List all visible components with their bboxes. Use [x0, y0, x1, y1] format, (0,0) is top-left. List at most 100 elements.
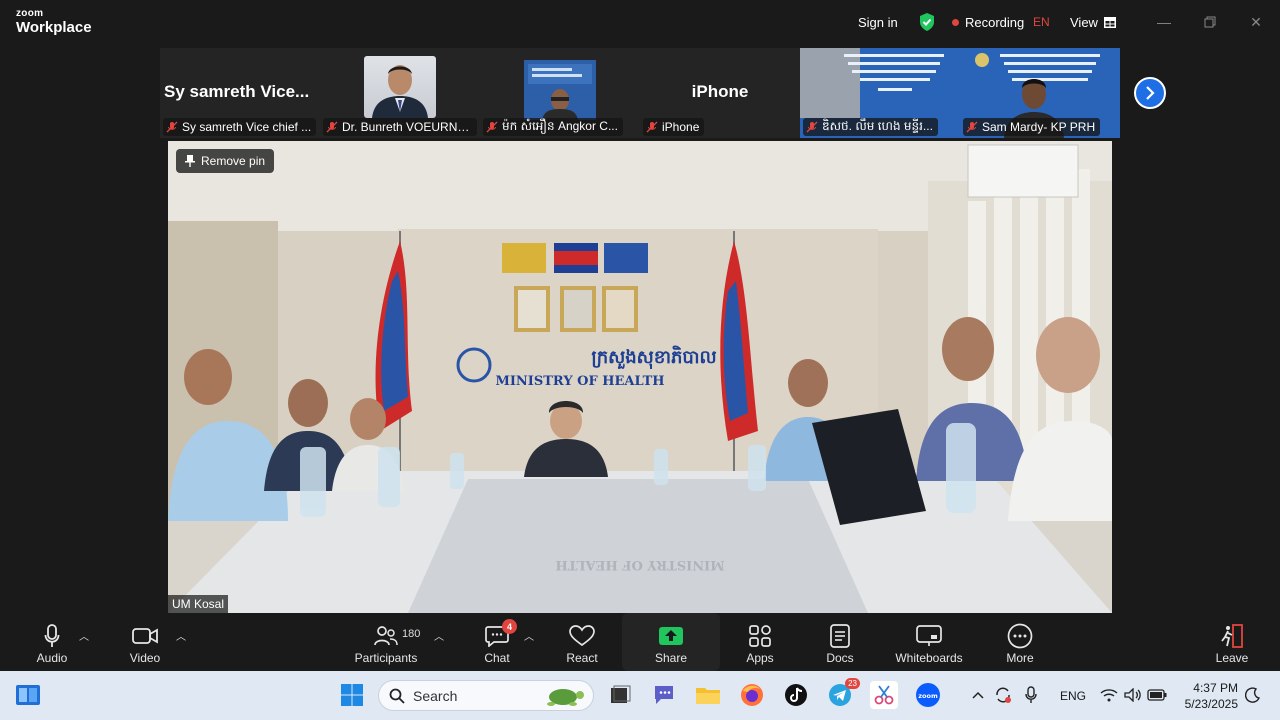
participants-button[interactable]: 180 Participants — [350, 613, 422, 671]
chevron-right-icon — [1146, 86, 1155, 100]
snipping-tool-icon[interactable] — [870, 681, 898, 709]
video-label: Video — [129, 651, 161, 665]
video-strip: Sy samreth Vice... Sy samreth Vice chief… — [160, 48, 1120, 138]
teams-chat-icon[interactable] — [650, 681, 678, 709]
participant-tile[interactable]: Sy samreth Vice... Sy samreth Vice chief… — [160, 48, 320, 138]
clock-time: 4:37 PM — [1193, 681, 1238, 695]
title-bar: zoom Workplace Sign in Recording EN View… — [0, 0, 1280, 44]
chat-button[interactable]: 4 Chat — [478, 613, 517, 671]
widgets-icon[interactable] — [14, 681, 42, 709]
react-button[interactable]: React — [562, 613, 602, 671]
video-camera-icon — [132, 628, 158, 644]
task-view-icon[interactable] — [606, 681, 634, 709]
volume-icon[interactable] — [1122, 681, 1144, 709]
docs-button[interactable]: Docs — [820, 613, 860, 671]
zoom-logo: zoom Workplace — [16, 9, 92, 36]
apps-button[interactable]: Apps — [740, 613, 780, 671]
shield-check-icon[interactable] — [918, 12, 936, 32]
view-label: View — [1070, 14, 1098, 30]
wall-khmer-text: ក្រសួងសុខាភិបាល — [591, 345, 716, 370]
battery-icon[interactable] — [1146, 681, 1168, 709]
participants-icon — [374, 626, 398, 646]
participant-name: Sam Mardy- KP PRH — [982, 120, 1096, 134]
sync-icon[interactable] — [992, 681, 1014, 709]
show-hidden-icons-chevron-icon[interactable] — [968, 681, 988, 709]
participant-photo — [364, 56, 436, 118]
participant-name: iPhone — [662, 120, 700, 134]
participant-name: ម៉ក សំអឿន Angkor C... — [502, 119, 618, 133]
language-indicator[interactable]: EN — [1033, 12, 1050, 32]
leave-meeting-button[interactable]: Leave — [1212, 613, 1252, 671]
active-speaker-name: UM Kosal — [168, 595, 229, 613]
video-button[interactable]: Video — [122, 613, 168, 671]
participant-name: ឌិសថ. លឹម ហេង មន្ទីរ... — [822, 119, 933, 133]
chat-unread-badge: 4 — [502, 619, 517, 634]
participant-tile[interactable]: ឌិសថ. លឹម ហេង មន្ទីរ... — [800, 48, 960, 138]
mic-muted-icon — [966, 121, 978, 133]
apps-icon — [749, 625, 771, 647]
recording-indicator[interactable]: Recording — [952, 12, 1024, 32]
share-screen-icon — [659, 627, 683, 645]
remove-pin-button[interactable]: Remove pin — [176, 149, 275, 173]
zoom-app-icon[interactable]: zoom — [914, 681, 942, 709]
microphone-tray-icon[interactable] — [1020, 681, 1042, 709]
input-language-indicator[interactable]: ENG — [1060, 689, 1086, 703]
system-clock[interactable]: 4:37 PM 5/23/2025 — [1178, 680, 1238, 712]
apps-label: Apps — [746, 651, 774, 665]
wifi-icon[interactable] — [1098, 681, 1120, 709]
leave-door-icon — [1221, 624, 1243, 648]
participants-label: Participants — [354, 651, 418, 665]
close-icon[interactable]: ✕ — [1246, 12, 1266, 32]
search-icon — [389, 688, 405, 704]
participant-name-tag: Sy samreth Vice chief ... — [163, 118, 317, 136]
heart-icon — [569, 625, 595, 647]
share-screen-button[interactable]: Share — [622, 613, 720, 671]
file-explorer-icon[interactable] — [694, 681, 722, 709]
windows-start-icon[interactable] — [338, 681, 366, 709]
participant-tile[interactable]: Sam Mardy- KP PRH — [960, 48, 1120, 138]
participant-name-tag: Sam Mardy- KP PRH — [963, 118, 1101, 136]
recording-label: Recording — [965, 14, 1025, 30]
participant-tile[interactable]: ម៉ក សំអឿន Angkor C... — [480, 48, 640, 138]
participant-name: Dr. Bunreth VOEURNG... — [342, 120, 472, 134]
participant-tile[interactable]: Dr. Bunreth VOEURNG... — [320, 48, 480, 138]
participants-options-chevron-icon[interactable]: ︿ — [434, 628, 444, 643]
wall-english-text: MINISTRY OF HEALTH — [495, 374, 664, 389]
telegram-unread-badge: 23 — [845, 678, 860, 689]
participant-display-name: iPhone — [691, 82, 749, 101]
participant-name-tag: ម៉ក សំអឿន Angkor C... — [483, 118, 623, 136]
chat-options-chevron-icon[interactable]: ︿ — [524, 628, 534, 643]
mic-muted-icon — [326, 121, 338, 133]
audio-button[interactable]: Audio — [30, 613, 74, 671]
participant-display-name: Sy samreth Vice... — [164, 82, 310, 101]
react-label: React — [566, 651, 598, 665]
recording-dot-icon — [952, 18, 959, 26]
more-button[interactable]: More — [1000, 613, 1040, 671]
taskbar-search-box[interactable]: Search — [378, 680, 594, 711]
do-not-disturb-moon-icon[interactable] — [1242, 681, 1264, 709]
minimize-icon[interactable]: — — [1154, 12, 1174, 32]
table-reflection: MINISTRY OF HEALTH — [555, 557, 724, 572]
remove-pin-label: Remove pin — [201, 154, 266, 168]
audio-options-chevron-icon[interactable]: ︿ — [79, 628, 89, 643]
video-options-chevron-icon[interactable]: ︿ — [176, 628, 186, 643]
audio-label: Audio — [36, 651, 68, 665]
restore-icon[interactable] — [1200, 12, 1220, 32]
whiteboards-button[interactable]: Whiteboards — [888, 613, 970, 671]
whiteboards-label: Whiteboards — [895, 651, 963, 665]
microphone-icon — [44, 624, 60, 647]
view-button[interactable]: View — [1070, 12, 1116, 32]
telegram-icon[interactable]: 23 — [826, 678, 860, 709]
sign-in-button[interactable]: Sign in — [858, 12, 898, 32]
turtle-icon — [547, 688, 584, 706]
chat-label: Chat — [484, 651, 510, 665]
participant-tile[interactable]: iPhone iPhone — [640, 48, 800, 138]
svg-text:zoom: zoom — [918, 692, 938, 700]
participant-video — [524, 60, 596, 120]
mic-muted-icon — [166, 121, 178, 133]
logo-line-2: Workplace — [16, 19, 92, 36]
tiktok-icon[interactable] — [782, 681, 810, 709]
meeting-room-scene: ក្រសួងសុខាភិបាល MINISTRY OF HEALTH MINIS… — [168, 141, 1112, 613]
next-page-button[interactable] — [1134, 77, 1166, 109]
firefox-icon[interactable] — [738, 681, 766, 709]
